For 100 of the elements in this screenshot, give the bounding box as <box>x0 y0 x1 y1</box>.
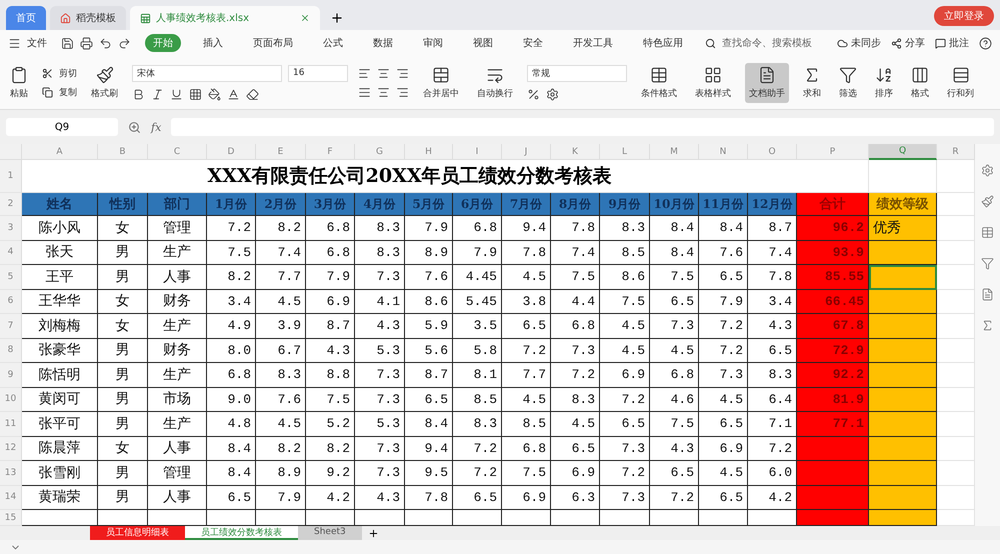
column-header[interactable]: E <box>256 144 306 160</box>
save-icon[interactable] <box>61 36 74 50</box>
align-left-icon[interactable] <box>358 66 371 80</box>
add-sheet-icon[interactable] <box>368 528 379 538</box>
column-header[interactable]: A <box>22 144 98 160</box>
grade-cell[interactable] <box>869 436 937 461</box>
ribbon-button[interactable]: 文档助手 <box>745 62 789 102</box>
column-header[interactable]: B <box>98 144 148 160</box>
wrap-text-button[interactable]: 自动换行 <box>473 62 517 102</box>
ribbon-button[interactable]: 条件格式 <box>637 62 681 102</box>
filter-icon[interactable] <box>981 257 994 270</box>
grade-cell[interactable] <box>869 240 937 265</box>
ribbon-tab[interactable]: 安全 <box>515 34 551 52</box>
column-header[interactable]: N <box>699 144 748 160</box>
row-number[interactable]: 11 <box>0 412 22 436</box>
row-number[interactable]: 13 <box>0 461 22 486</box>
copy-button[interactable]: 复制 <box>59 86 77 98</box>
number-format-field[interactable]: 常规 <box>527 64 627 82</box>
menu-icon[interactable] <box>8 36 21 50</box>
ribbon-tab[interactable]: 审阅 <box>415 34 451 52</box>
ribbon-button[interactable]: 行和列 <box>943 62 978 102</box>
row-number[interactable]: 12 <box>0 436 22 461</box>
column-header[interactable]: P <box>797 144 869 160</box>
align-center-icon[interactable] <box>377 86 390 98</box>
row-number[interactable]: 4 <box>0 240 22 265</box>
row-number[interactable]: 2 <box>0 193 22 216</box>
name-box[interactable]: Q9 <box>6 118 118 136</box>
align-right-icon[interactable] <box>396 66 409 80</box>
grade-cell[interactable] <box>869 461 937 486</box>
ribbon-button[interactable]: 排序 <box>871 62 897 102</box>
italic-icon[interactable] <box>151 88 164 100</box>
row-number[interactable]: 5 <box>0 265 22 290</box>
row-number[interactable]: 10 <box>0 388 22 412</box>
undo-icon[interactable] <box>99 36 112 50</box>
document-tab[interactable]: 稻壳模板 <box>50 6 126 30</box>
font-size-field[interactable]: 16 <box>288 64 348 82</box>
ribbon-tab[interactable]: 特色应用 <box>635 34 691 52</box>
row-number[interactable]: 9 <box>0 363 22 388</box>
underline-icon[interactable] <box>170 88 183 100</box>
grade-cell[interactable] <box>869 412 937 436</box>
row-number[interactable]: 6 <box>0 290 22 314</box>
new-tab-icon[interactable] <box>330 11 344 25</box>
paste-button[interactable]: 粘贴 <box>6 62 32 102</box>
grade-cell[interactable] <box>869 388 937 412</box>
ribbon-tab[interactable]: 页面布局 <box>245 34 301 52</box>
eraser-icon[interactable] <box>246 88 259 100</box>
align-right-icon[interactable] <box>396 86 409 98</box>
row-number[interactable]: 7 <box>0 314 22 338</box>
align-center-icon[interactable] <box>377 66 390 80</box>
comment-icon[interactable] <box>935 38 946 48</box>
grade-cell[interactable] <box>869 290 937 314</box>
share-icon[interactable] <box>891 38 902 48</box>
font-color-icon[interactable] <box>227 88 240 100</box>
toolbar-link[interactable]: 批注 <box>949 36 969 50</box>
help-icon[interactable] <box>979 36 992 50</box>
ribbon-button[interactable]: 求和 <box>799 62 825 102</box>
column-header[interactable]: K <box>551 144 600 160</box>
column-header[interactable]: I <box>453 144 502 160</box>
ribbon-tab[interactable]: 插入 <box>195 34 231 52</box>
column-header[interactable]: J <box>502 144 551 160</box>
file-menu[interactable]: 文件 <box>27 36 47 50</box>
column-header[interactable]: D <box>207 144 256 160</box>
sigma-icon[interactable] <box>981 319 994 332</box>
ribbon-tab[interactable]: 开始 <box>145 34 181 52</box>
document-tab[interactable]: 首页 <box>6 6 46 30</box>
fx-label[interactable]: fx <box>151 120 162 134</box>
grade-cell[interactable] <box>869 363 937 388</box>
grade-cell[interactable] <box>869 314 937 338</box>
scissors-icon[interactable] <box>42 68 53 78</box>
document-tab[interactable]: 人事绩效考核表.xlsx <box>130 6 320 30</box>
column-header[interactable]: Q <box>869 144 937 160</box>
cut-button[interactable]: 剪切 <box>59 66 77 80</box>
sheet-tab[interactable]: 员工绩效分数考核表 <box>185 526 298 540</box>
grade-cell[interactable] <box>869 265 937 290</box>
column-header[interactable]: R <box>937 144 975 160</box>
column-header[interactable]: F <box>306 144 355 160</box>
column-header[interactable]: G <box>355 144 405 160</box>
grade-cell[interactable] <box>869 338 937 363</box>
table-icon[interactable] <box>981 226 994 239</box>
merge-button[interactable]: 合并居中 <box>419 62 463 102</box>
zoom-icon[interactable] <box>128 120 141 134</box>
ribbon-tab[interactable]: 开发工具 <box>565 34 621 52</box>
login-button[interactable]: 立即登录 <box>934 6 994 26</box>
row-number[interactable]: 3 <box>0 216 22 240</box>
search-field[interactable]: 查找命令、搜索模板 <box>722 36 812 50</box>
ribbon-button[interactable]: 表格样式 <box>691 62 735 102</box>
close-icon[interactable] <box>300 13 310 23</box>
grade-cell[interactable] <box>869 486 937 510</box>
ribbon-button[interactable]: 筛选 <box>835 62 861 102</box>
sheet-tab[interactable]: 员工信息明细表 <box>90 526 185 540</box>
row-number[interactable]: 15 <box>0 510 22 526</box>
font-field[interactable]: 宋体 <box>132 64 282 82</box>
column-header[interactable]: L <box>600 144 650 160</box>
cloud-icon[interactable] <box>837 38 848 48</box>
redo-icon[interactable] <box>118 36 131 50</box>
search-icon[interactable] <box>705 38 716 48</box>
ribbon-tab[interactable]: 视图 <box>465 34 501 52</box>
copy-icon[interactable] <box>42 86 53 98</box>
ribbon-tab[interactable]: 数据 <box>365 34 401 52</box>
document-icon[interactable] <box>981 288 994 301</box>
